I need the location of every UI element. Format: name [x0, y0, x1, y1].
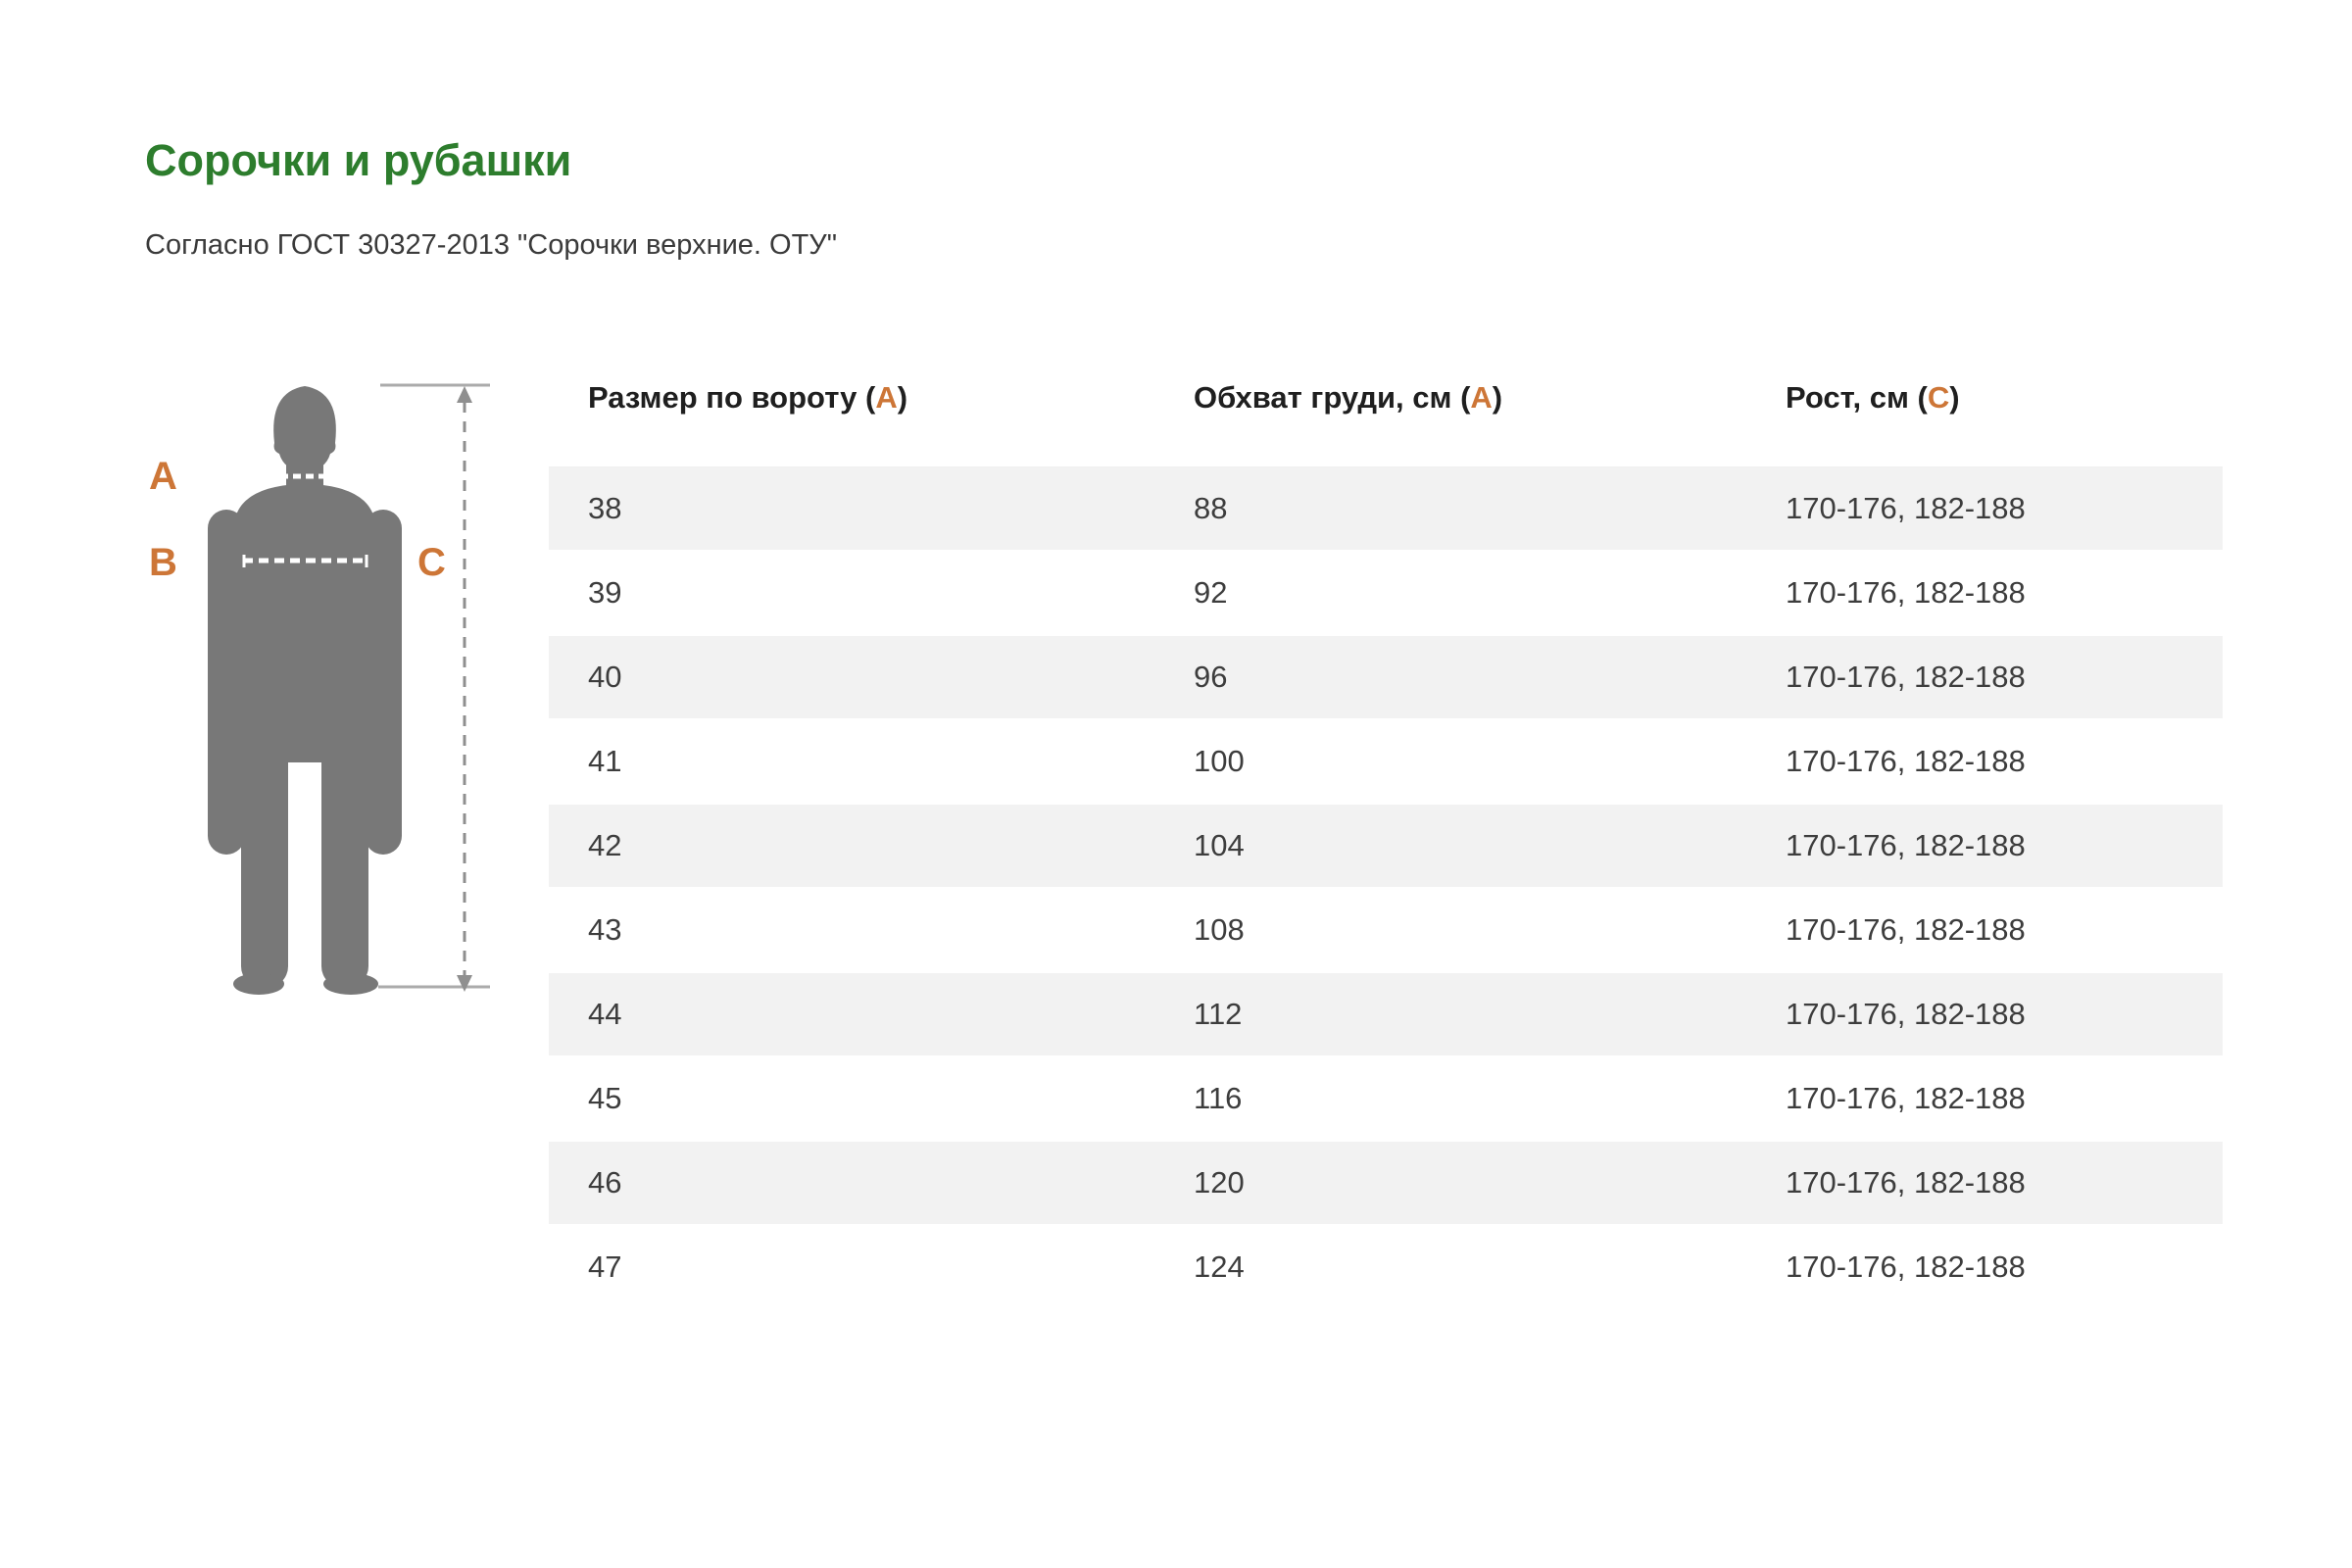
table-row: 43 108 170-176, 182-188: [549, 888, 2223, 972]
size-chart-block: A B C Размер по вороту (А) Обхват груди,…: [145, 363, 2223, 1310]
table-row: 38 88 170-176, 182-188: [549, 466, 2223, 551]
cell-collar-size: 41: [588, 744, 622, 778]
header-text: ): [1949, 380, 1960, 415]
table-row: 39 92 170-176, 182-188: [549, 551, 2223, 635]
size-chart-page: Сорочки и рубашки Согласно ГОСТ 30327-20…: [0, 0, 2223, 1310]
measurement-figure: A B C: [145, 363, 549, 1009]
col-header-collar-size: Размер по вороту (А): [549, 363, 1154, 467]
table-row: 40 96 170-176, 182-188: [549, 635, 2223, 719]
cell-chest: 120: [1194, 1165, 1245, 1200]
cell-collar-size: 42: [588, 828, 622, 862]
measure-label-b: B: [149, 541, 177, 584]
cell-height: 170-176, 182-188: [1786, 660, 2026, 694]
cell-height: 170-176, 182-188: [1786, 575, 2026, 610]
cell-collar-size: 43: [588, 912, 622, 947]
cell-collar-size: 44: [588, 997, 622, 1031]
table-row: 42 104 170-176, 182-188: [549, 804, 2223, 888]
header-text: ): [1492, 380, 1503, 415]
header-letter: А: [875, 380, 898, 415]
cell-collar-size: 38: [588, 491, 622, 525]
cell-height: 170-176, 182-188: [1786, 491, 2026, 525]
arrow-down-icon: [457, 975, 472, 992]
header-text: Размер по вороту (: [588, 380, 876, 415]
male-silhouette: [208, 386, 402, 995]
cell-chest: 92: [1194, 575, 1228, 610]
cell-collar-size: 40: [588, 660, 622, 694]
col-header-chest: Обхват груди, см (А): [1154, 363, 1746, 467]
cell-chest: 116: [1194, 1081, 1243, 1115]
size-table: Размер по вороту (А) Обхват груди, см (А…: [549, 363, 2223, 1310]
cell-chest: 96: [1194, 660, 1228, 694]
cell-height: 170-176, 182-188: [1786, 997, 2026, 1031]
table-row: 41 100 170-176, 182-188: [549, 719, 2223, 804]
col-header-height: Рост, см (С): [1746, 363, 2223, 467]
male-silhouette-figure: [208, 383, 490, 995]
cell-chest: 104: [1194, 828, 1245, 862]
table-row: 45 116 170-176, 182-188: [549, 1056, 2223, 1141]
cell-chest: 108: [1194, 912, 1245, 947]
cell-chest: 100: [1194, 744, 1245, 778]
table-row: 44 112 170-176, 182-188: [549, 972, 2223, 1056]
cell-height: 170-176, 182-188: [1786, 1250, 2026, 1284]
header-text: ): [897, 380, 908, 415]
cell-height: 170-176, 182-188: [1786, 828, 2026, 862]
cell-height: 170-176, 182-188: [1786, 1081, 2026, 1115]
header-text: Обхват груди, см (: [1194, 380, 1471, 415]
measure-label-a: A: [149, 455, 177, 498]
cell-collar-size: 46: [588, 1165, 622, 1200]
cell-collar-size: 47: [588, 1250, 622, 1284]
cell-collar-size: 39: [588, 575, 622, 610]
cell-height: 170-176, 182-188: [1786, 912, 2026, 947]
cell-height: 170-176, 182-188: [1786, 744, 2026, 778]
cell-chest: 88: [1194, 491, 1228, 525]
cell-collar-size: 45: [588, 1081, 622, 1115]
gost-subtitle: Согласно ГОСТ 30327-2013 "Сорочки верхни…: [145, 229, 838, 261]
cell-chest: 124: [1194, 1250, 1245, 1284]
arrow-up-icon: [457, 386, 472, 403]
cell-height: 170-176, 182-188: [1786, 1165, 2026, 1200]
table-header-row: Размер по вороту (А) Обхват груди, см (А…: [549, 363, 2223, 467]
table-row: 46 120 170-176, 182-188: [549, 1141, 2223, 1225]
measure-label-c: C: [417, 541, 446, 584]
header-text: Рост, см (: [1786, 380, 1928, 415]
header-letter: А: [1470, 380, 1493, 415]
header-letter: С: [1927, 380, 1950, 415]
cell-chest: 112: [1194, 997, 1243, 1031]
page-title: Сорочки и рубашки: [145, 135, 572, 185]
table-row: 47 124 170-176, 182-188: [549, 1225, 2223, 1309]
